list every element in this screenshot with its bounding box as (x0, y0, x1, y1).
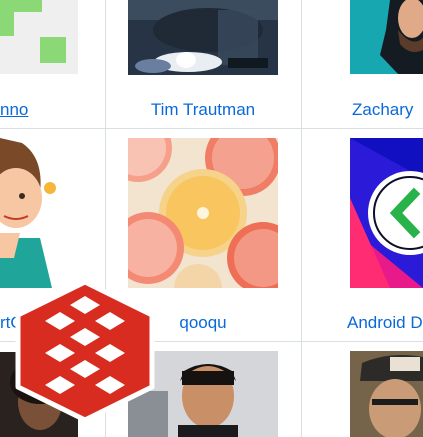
avatar[interactable] (0, 0, 78, 74)
avatar[interactable] (350, 351, 423, 437)
avatar[interactable] (128, 0, 278, 75)
contributor-name-link[interactable]: Android D (347, 313, 423, 333)
avatar[interactable] (0, 138, 60, 288)
contributor-name-link[interactable]: nno (0, 100, 60, 120)
column-divider (301, 0, 302, 437)
contributor-name-link[interactable]: Zachary (352, 100, 423, 120)
avatar[interactable] (128, 138, 278, 288)
contributor-name-link[interactable]: Tim Trautman (105, 100, 301, 120)
row-divider (0, 128, 423, 129)
avatar[interactable] (350, 138, 423, 288)
redis-logo (15, 280, 155, 422)
avatar[interactable] (350, 0, 423, 74)
